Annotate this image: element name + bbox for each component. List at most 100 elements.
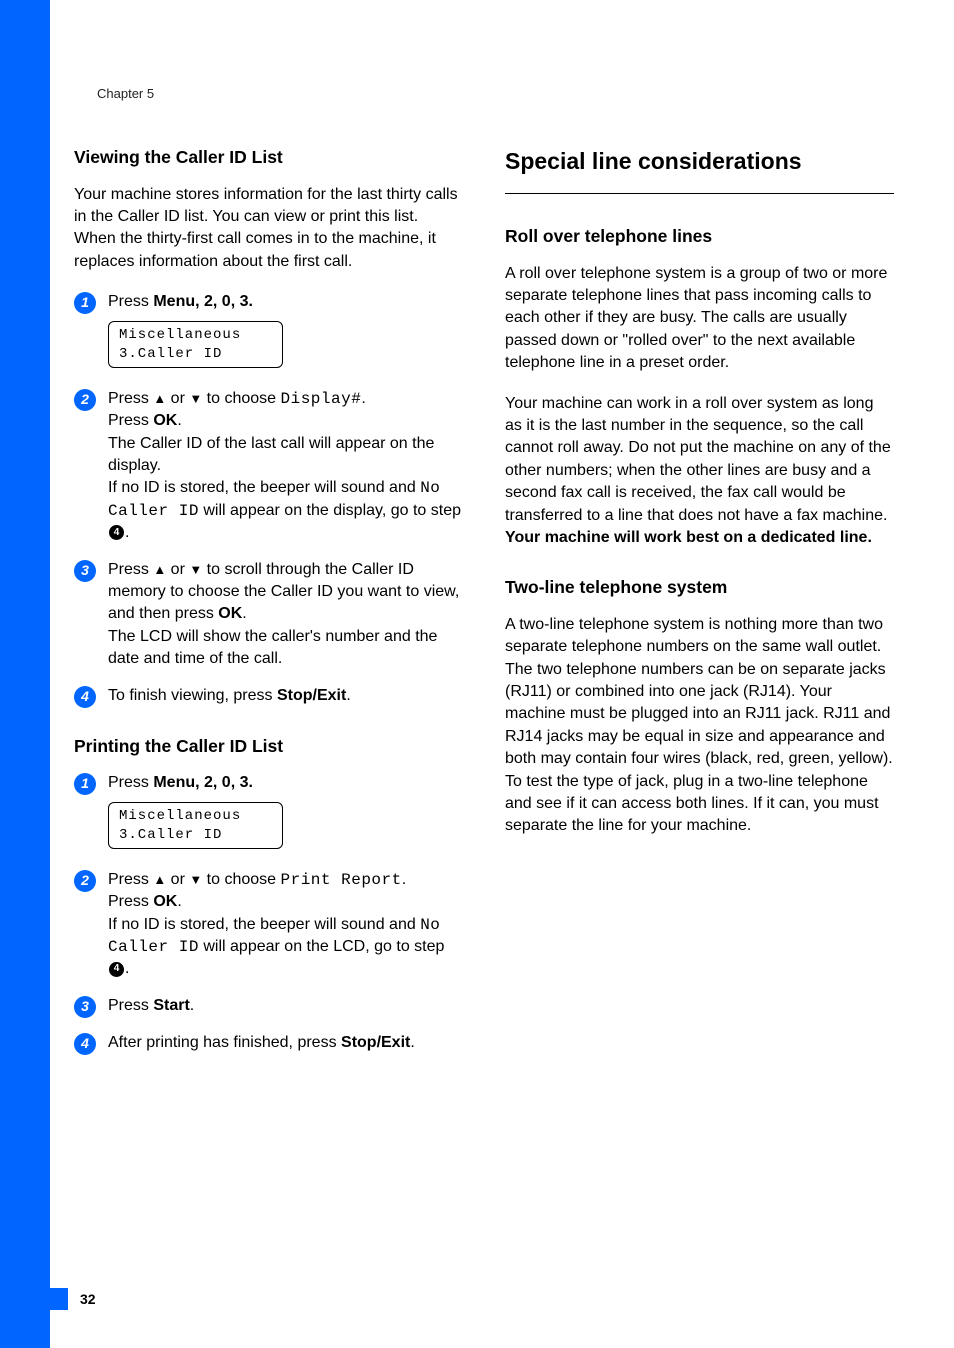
step-body: To finish viewing, press Stop/Exit. xyxy=(108,685,463,707)
dedicated-line-emphasis: Your machine will work best on a dedicat… xyxy=(505,529,872,546)
step-badge-3: 3 xyxy=(74,996,96,1018)
key-seq: , 2, 0, 3. xyxy=(195,293,253,310)
printing-step-2: 2 Press ▲ or ▼ to choose Print Report. P… xyxy=(74,869,463,981)
ok-key: OK xyxy=(153,412,177,429)
rollover-p1: A roll over telephone system is a group … xyxy=(505,263,894,375)
text: or xyxy=(166,561,189,578)
text: Press xyxy=(108,561,153,578)
step-badge-3: 3 xyxy=(74,560,96,582)
text: Press xyxy=(108,293,153,310)
step-body: Press Menu, 2, 0, 3. Miscellaneous 3.Cal… xyxy=(108,772,463,855)
step-badge-2: 2 xyxy=(74,389,96,411)
printing-step-3: 3 Press Start. xyxy=(74,995,463,1018)
text: If no ID is stored, the beeper will soun… xyxy=(108,916,420,933)
text: Press xyxy=(108,893,153,910)
text: or xyxy=(166,390,189,407)
step-body: Press Start. xyxy=(108,995,463,1017)
text: If no ID is stored, the beeper will soun… xyxy=(108,479,420,496)
text: . xyxy=(177,412,181,429)
text: Press xyxy=(108,412,153,429)
stop-exit-key: Stop/Exit xyxy=(277,687,346,704)
lcd-line: 3.Caller ID xyxy=(119,345,272,363)
down-arrow-icon: ▼ xyxy=(189,562,202,577)
content-area: Viewing the Caller ID List Your machine … xyxy=(74,145,894,1069)
text: or xyxy=(166,871,189,888)
step-body: After printing has finished, press Stop/… xyxy=(108,1032,463,1054)
rollover-p2: Your machine can work in a roll over sys… xyxy=(505,393,894,550)
step-body: Press ▲ or ▼ to choose Display#. Press O… xyxy=(108,388,463,545)
text: The LCD will show the caller's number an… xyxy=(108,628,437,667)
key-seq: , 2, 0, 3. xyxy=(195,774,253,791)
heading-viewing-caller-id: Viewing the Caller ID List xyxy=(74,145,463,170)
text: Press xyxy=(108,390,153,407)
ok-key: OK xyxy=(153,893,177,910)
step-body: Press Menu, 2, 0, 3. Miscellaneous 3.Cal… xyxy=(108,291,463,374)
viewing-step-4: 4 To finish viewing, press Stop/Exit. xyxy=(74,685,463,708)
lcd-line: 3.Caller ID xyxy=(119,826,272,844)
stop-exit-key: Stop/Exit xyxy=(341,1034,410,1051)
heading-printing-caller-id: Printing the Caller ID List xyxy=(74,734,463,759)
step-body: Press ▲ or ▼ to scroll through the Calle… xyxy=(108,559,463,671)
ok-key: OK xyxy=(218,605,242,622)
vertical-blue-stripe xyxy=(0,0,50,1348)
text: Press xyxy=(108,997,153,1014)
printing-step-4: 4 After printing has finished, press Sto… xyxy=(74,1032,463,1055)
intro-paragraph: Your machine stores information for the … xyxy=(74,184,463,274)
left-column: Viewing the Caller ID List Your machine … xyxy=(74,145,463,1069)
step-badge-4: 4 xyxy=(74,686,96,708)
up-arrow-icon: ▲ xyxy=(153,562,166,577)
step-badge-2: 2 xyxy=(74,870,96,892)
page-number: 32 xyxy=(80,1290,96,1310)
text: to choose xyxy=(202,390,280,407)
printing-step-1: 1 Press Menu, 2, 0, 3. Miscellaneous 3.C… xyxy=(74,772,463,855)
text: . xyxy=(361,390,365,407)
text: will appear on the LCD, go to step xyxy=(199,938,444,955)
text: Press xyxy=(108,774,153,791)
lcd-line: Miscellaneous xyxy=(119,326,272,344)
divider xyxy=(505,193,894,194)
display-hash: Display# xyxy=(281,390,362,408)
text: . xyxy=(402,871,406,888)
text: . xyxy=(346,687,350,704)
text: Your machine can work in a roll over sys… xyxy=(505,395,891,524)
text: . xyxy=(190,997,194,1014)
text: After printing has finished, press xyxy=(108,1034,341,1051)
text: . xyxy=(177,893,181,910)
lcd-display: Miscellaneous 3.Caller ID xyxy=(108,802,283,848)
right-column: Special line considerations Roll over te… xyxy=(505,145,894,1069)
text: . xyxy=(125,524,129,541)
step-badge-1: 1 xyxy=(74,773,96,795)
text: The Caller ID of the last call will appe… xyxy=(108,435,434,474)
up-arrow-icon: ▲ xyxy=(153,872,166,887)
lcd-line: Miscellaneous xyxy=(119,807,272,825)
lcd-display: Miscellaneous 3.Caller ID xyxy=(108,321,283,367)
text: Press xyxy=(108,871,153,888)
text: will appear on the display, go to step xyxy=(199,502,461,519)
up-arrow-icon: ▲ xyxy=(153,391,166,406)
heading-special-line: Special line considerations xyxy=(505,145,894,177)
text: To finish viewing, press xyxy=(108,687,277,704)
text: to choose xyxy=(202,871,280,888)
step-ref-4-icon: 4 xyxy=(109,962,124,977)
text: . xyxy=(125,960,129,977)
start-key: Start xyxy=(153,997,189,1014)
page-number-stripe xyxy=(0,1288,68,1310)
step-badge-4: 4 xyxy=(74,1033,96,1055)
chapter-header: Chapter 5 xyxy=(97,85,154,103)
menu-key: Menu xyxy=(153,293,195,310)
step-body: Press ▲ or ▼ to choose Print Report. Pre… xyxy=(108,869,463,981)
print-report: Print Report xyxy=(281,871,402,889)
step-badge-1: 1 xyxy=(74,292,96,314)
viewing-step-2: 2 Press ▲ or ▼ to choose Display#. Press… xyxy=(74,388,463,545)
text: . xyxy=(410,1034,414,1051)
step-ref-4-icon: 4 xyxy=(109,525,124,540)
text: . xyxy=(242,605,246,622)
twoline-p1: A two-line telephone system is nothing m… xyxy=(505,614,894,838)
down-arrow-icon: ▼ xyxy=(189,391,202,406)
heading-twoline: Two-line telephone system xyxy=(505,575,894,600)
heading-rollover: Roll over telephone lines xyxy=(505,224,894,249)
viewing-step-3: 3 Press ▲ or ▼ to scroll through the Cal… xyxy=(74,559,463,671)
menu-key: Menu xyxy=(153,774,195,791)
viewing-step-1: 1 Press Menu, 2, 0, 3. Miscellaneous 3.C… xyxy=(74,291,463,374)
down-arrow-icon: ▼ xyxy=(189,872,202,887)
